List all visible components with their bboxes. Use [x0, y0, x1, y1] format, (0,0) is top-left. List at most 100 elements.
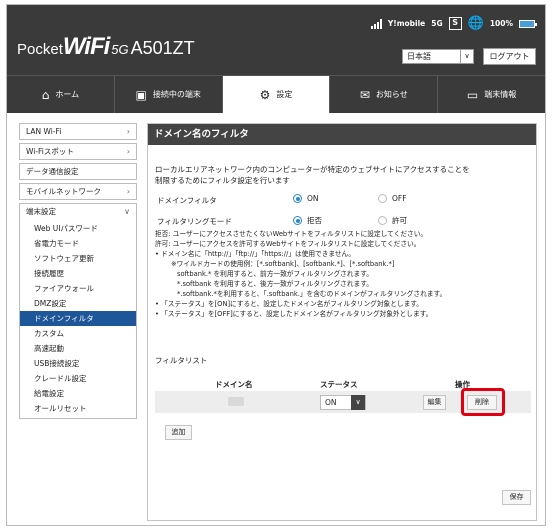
- brand-model: A501ZT: [130, 38, 195, 58]
- sidebar-subitem-connection-history[interactable]: 接続履歴: [20, 266, 136, 281]
- filtering-mode-deny-radio[interactable]: 拒否: [293, 215, 322, 226]
- chevron-down-icon: ∨: [460, 50, 473, 63]
- tab-connected-label: 接続中の端末: [152, 90, 201, 99]
- sidebar-group-label: 端末設定: [26, 207, 56, 216]
- home-icon: ⌂: [41, 87, 50, 102]
- sidebar-subitem-webui-password[interactable]: Web UIパスワード: [20, 221, 136, 236]
- help-note: ※ワイルドカードの使用例：[*.softbank]、[softbank.*]、[…: [171, 260, 395, 268]
- description-line: ローカルエリアネットワーク内のコンピューターが特定のウェブサイトにアクセスするこ…: [155, 165, 470, 174]
- sidebar-group-device-settings: 端末設定 ∨ Web UIパスワード 省電力モード ソフトウェア更新 接続履歴 フ…: [19, 203, 137, 419]
- carrier-name: Y!mobile: [387, 19, 426, 28]
- sidebar-subitem-software-update[interactable]: ソフトウェア更新: [20, 251, 136, 266]
- sidebar-subitem-domain-filter[interactable]: ドメインフィルタ: [20, 311, 136, 326]
- sidebar-subitem-dmz[interactable]: DMZ設定: [20, 296, 136, 311]
- redacted-domain: [228, 397, 244, 406]
- filtering-mode-label: フィルタリングモード: [157, 217, 232, 226]
- brand-part3: 5G: [111, 42, 129, 57]
- tab-settings-label: 設定: [276, 90, 293, 99]
- tab-device-info-label: 端末情報: [484, 90, 517, 99]
- add-button[interactable]: 追加: [165, 425, 192, 440]
- help-note: 許可: ユーザーにアクセスを許可するWebサイトをフィルタリストに設定してくださ…: [155, 240, 421, 248]
- device-icon: ▭: [466, 87, 479, 102]
- help-note: *.softbank.*を利用すると、「.softbank.」を含むのドメインが…: [177, 290, 447, 298]
- tab-home-label: ホーム: [55, 90, 80, 99]
- filter-list-label: フィルタリスト: [155, 356, 208, 365]
- mail-icon: ✉: [359, 87, 370, 102]
- sidebar-subitem-all-reset[interactable]: オールリセット: [20, 401, 136, 416]
- sidebar-subitem-usb[interactable]: USB接続設定: [20, 356, 136, 371]
- highlight-frame: [461, 388, 505, 416]
- help-note: • ドメイン名に「http://」「ftp://」「https://」は使用でき…: [155, 250, 355, 258]
- filtering-mode-allow-radio[interactable]: 許可: [378, 215, 407, 226]
- sidebar: LAN Wi-Fi › Wi-Fiスポット › データ通信設定 モバイルネットワーク…: [19, 123, 137, 419]
- domain-filter-on-radio[interactable]: ON: [293, 194, 319, 203]
- header: PocketWiFi 5G A501ZT Y!mobile 5G S 🌐 100% …: [7, 5, 545, 75]
- battery-percent: 100%: [489, 19, 513, 28]
- language-selected: 日本語: [407, 52, 431, 61]
- brand-logo: PocketWiFi 5G A501ZT: [17, 33, 195, 61]
- edit-button[interactable]: 編集: [423, 395, 446, 410]
- sidebar-item-data-settings[interactable]: データ通信設定: [19, 163, 137, 180]
- help-note: • 「ステータス」を[OFF]にすると、設定したドメイン名がフィルタリング対象外…: [155, 310, 433, 318]
- logout-button[interactable]: ログアウト: [483, 48, 536, 65]
- domain-filter-label: ドメインフィルタ: [157, 196, 217, 205]
- content-panel: ドメイン名のフィルタ ローカルエリアネットワーク内のコンピューターが特定のウェブ…: [147, 123, 537, 521]
- signal-icon: [370, 18, 382, 29]
- radio-unselected-icon: [378, 216, 387, 225]
- radio-selected-icon: [293, 216, 302, 225]
- sidebar-group-header[interactable]: 端末設定 ∨: [20, 204, 136, 221]
- column-header-status: ステータス: [320, 380, 358, 389]
- network-type: 5G: [431, 19, 443, 28]
- status-bar: Y!mobile 5G S 🌐 100%: [370, 17, 537, 30]
- help-note: • 「ステータス」を[ON]にすると、設定したドメイン名がフィルタリング対象とし…: [155, 300, 423, 308]
- sidebar-item-label: モバイルネットワーク: [26, 187, 101, 196]
- sidebar-item-label: LAN Wi-Fi: [26, 127, 62, 136]
- sidebar-item-lan-wifi[interactable]: LAN Wi-Fi ›: [19, 123, 137, 140]
- domain-filter-off-radio[interactable]: OFF: [378, 194, 407, 203]
- sidebar-item-mobile-network[interactable]: モバイルネットワーク ›: [19, 183, 137, 200]
- sidebar-subitem-power-supply[interactable]: 給電設定: [20, 386, 136, 401]
- help-notes: 拒否: ユーザーにアクセスさせたくないWebサイトをフィルタリストに設定してくだ…: [155, 229, 446, 319]
- main-nav: ⌂ ホーム ▣ 接続中の端末 ⚙ 設定 ✉ お知らせ ▭ 端末情報: [7, 75, 545, 113]
- gear-icon: ⚙: [259, 87, 271, 102]
- sidebar-subitem-fast-boot[interactable]: 高速起動: [20, 341, 136, 356]
- sidebar-subitem-cradle[interactable]: クレードル設定: [20, 371, 136, 386]
- radio-label: 拒否: [307, 216, 322, 225]
- app-frame: PocketWiFi 5G A501ZT Y!mobile 5G S 🌐 100% …: [6, 4, 546, 526]
- save-button[interactable]: 保存: [502, 490, 531, 505]
- column-header-domain: ドメイン名: [215, 380, 253, 389]
- chevron-down-icon: ∨: [351, 395, 365, 410]
- sidebar-subitem-custom[interactable]: カスタム: [20, 326, 136, 341]
- help-note: *.softbank を利用すると、後方一致がフィルタリングされます。: [177, 280, 373, 288]
- page-title: ドメイン名のフィルタ: [148, 124, 536, 145]
- brand-part2: WiFi: [62, 33, 110, 60]
- sidebar-subitem-firewall[interactable]: ファイアウォール: [20, 281, 136, 296]
- chevron-right-icon: ›: [126, 187, 130, 196]
- sim-icon: S: [448, 17, 462, 30]
- brand-part1: Pocket: [17, 41, 63, 58]
- radio-label: 許可: [392, 216, 407, 225]
- sidebar-item-label: データ通信設定: [26, 167, 79, 176]
- language-select[interactable]: 日本語 ∨: [402, 49, 474, 64]
- tab-home[interactable]: ⌂ ホーム: [7, 76, 115, 113]
- tab-settings[interactable]: ⚙ 設定: [222, 76, 331, 113]
- devices-icon: ▣: [135, 87, 147, 102]
- tab-device-info[interactable]: ▭ 端末情報: [438, 76, 545, 113]
- description-line: 制限するためにフィルタ設定を行います: [155, 176, 290, 185]
- sidebar-subitem-power-saving[interactable]: 省電力モード: [20, 236, 136, 251]
- help-note: 拒否: ユーザーにアクセスさせたくないWebサイトをフィルタリストに設定してくだ…: [155, 230, 428, 238]
- chevron-down-icon: ∨: [124, 207, 130, 216]
- chevron-right-icon: ›: [126, 127, 130, 136]
- status-select-value: ON: [325, 398, 337, 407]
- radio-label: ON: [307, 194, 319, 203]
- tab-connected-devices[interactable]: ▣ 接続中の端末: [115, 76, 223, 113]
- sidebar-item-wifi-spot[interactable]: Wi-Fiスポット ›: [19, 143, 137, 160]
- radio-selected-icon: [293, 194, 302, 203]
- tab-notifications-label: お知らせ: [375, 90, 408, 99]
- battery-icon: [519, 19, 537, 28]
- help-note: softbank.* を利用すると、前方一致がフィルタリングされます。: [177, 270, 373, 278]
- tab-notifications[interactable]: ✉ お知らせ: [330, 76, 439, 113]
- status-select[interactable]: ON ∨: [320, 395, 366, 410]
- sidebar-item-label: Wi-Fiスポット: [26, 147, 74, 156]
- chevron-right-icon: ›: [126, 147, 130, 156]
